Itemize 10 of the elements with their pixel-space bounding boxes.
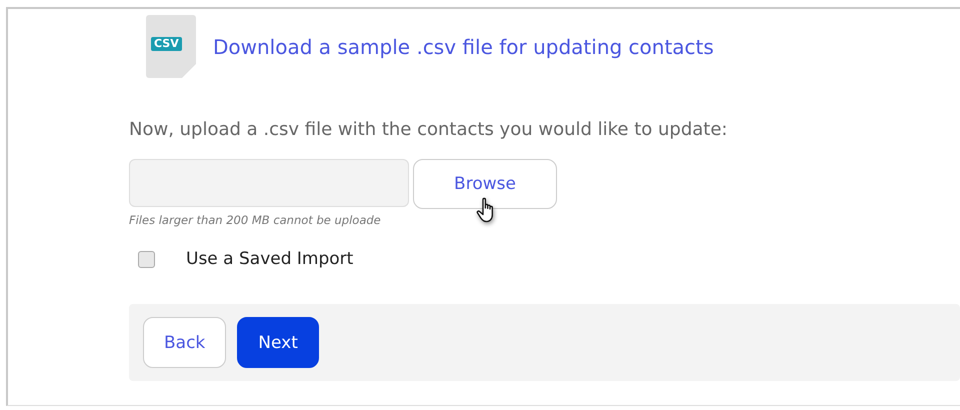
download-sample-link[interactable]: Download a sample .csv file for updating contacts [213,34,714,58]
upload-instruction: Now, upload a .csv file with the contacts you would like to update: [129,119,728,140]
file-size-hint: Files larger than 200 MB cannot be uploade [129,213,382,227]
file-path-field[interactable] [129,159,409,207]
browse-button[interactable]: Browse [413,159,557,209]
saved-import-label: Use a Saved Import [186,249,354,269]
next-button[interactable]: Next [237,317,319,368]
back-button[interactable]: Back [143,317,226,368]
saved-import-checkbox[interactable] [138,250,155,268]
csv-file-icon: CSV [146,15,196,78]
